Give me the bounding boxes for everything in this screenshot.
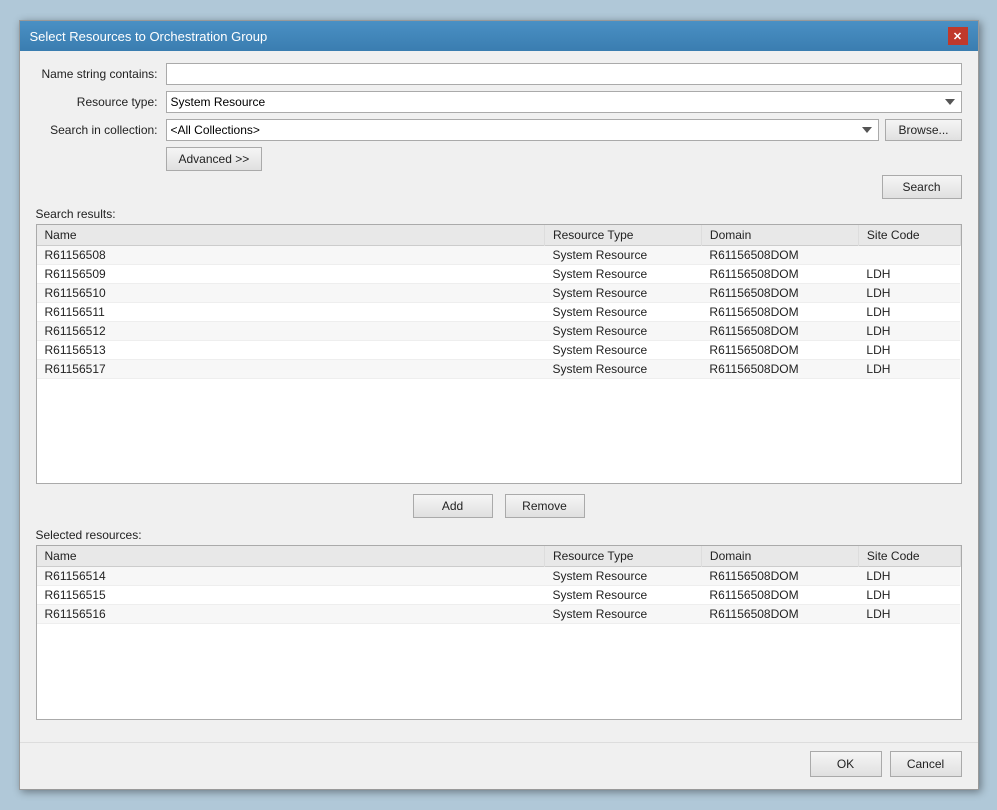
cell-resource-type: System Resource — [544, 303, 701, 322]
resource-type-label: Resource type: — [36, 95, 166, 109]
cell-site-code: LDH — [858, 605, 960, 624]
table-row[interactable]: R61156514 System Resource R61156508DOM L… — [37, 567, 961, 586]
table-row[interactable]: R61156509 System Resource R61156508DOM L… — [37, 265, 961, 284]
cell-domain: R61156508DOM — [701, 284, 858, 303]
selected-resources-table: Name Resource Type Domain Site Code R611… — [37, 546, 961, 624]
cell-resource-type: System Resource — [544, 284, 701, 303]
sel-col-header-domain: Domain — [701, 546, 858, 567]
collection-select[interactable]: <All Collections> — [166, 119, 880, 141]
cell-name: R61156516 — [37, 605, 545, 624]
resource-type-row: Resource type: System Resource — [36, 91, 962, 113]
action-row: Add Remove — [36, 494, 962, 518]
cell-resource-type: System Resource — [544, 246, 701, 265]
title-bar: Select Resources to Orchestration Group … — [20, 21, 978, 51]
resource-type-select[interactable]: System Resource — [166, 91, 962, 113]
cell-name: R61156512 — [37, 322, 545, 341]
cell-domain: R61156508DOM — [701, 360, 858, 379]
close-button[interactable]: ✕ — [948, 27, 968, 45]
sel-col-header-resource-type: Resource Type — [544, 546, 701, 567]
cell-domain: R61156508DOM — [701, 246, 858, 265]
dialog-body: Name string contains: Resource type: Sys… — [20, 51, 978, 742]
dialog-title: Select Resources to Orchestration Group — [30, 29, 268, 44]
cell-name: R61156509 — [37, 265, 545, 284]
selected-resources-table-container: Name Resource Type Domain Site Code R611… — [36, 545, 962, 720]
cell-resource-type: System Resource — [544, 567, 701, 586]
cell-site-code: LDH — [858, 567, 960, 586]
add-button[interactable]: Add — [413, 494, 493, 518]
remove-button[interactable]: Remove — [505, 494, 585, 518]
cell-name: R61156514 — [37, 567, 545, 586]
dialog-footer: OK Cancel — [20, 742, 978, 789]
cell-domain: R61156508DOM — [701, 605, 858, 624]
col-header-name: Name — [37, 225, 545, 246]
advanced-button[interactable]: Advanced >> — [166, 147, 263, 171]
col-header-domain: Domain — [701, 225, 858, 246]
cell-resource-type: System Resource — [544, 586, 701, 605]
table-row[interactable]: R61156508 System Resource R61156508DOM — [37, 246, 961, 265]
cell-site-code: LDH — [858, 284, 960, 303]
cell-name: R61156513 — [37, 341, 545, 360]
name-string-label: Name string contains: — [36, 67, 166, 81]
dialog-window: Select Resources to Orchestration Group … — [19, 20, 979, 790]
col-header-site-code: Site Code — [858, 225, 960, 246]
cell-resource-type: System Resource — [544, 360, 701, 379]
table-row[interactable]: R61156511 System Resource R61156508DOM L… — [37, 303, 961, 322]
sel-col-header-site-code: Site Code — [858, 546, 960, 567]
table-row[interactable]: R61156516 System Resource R61156508DOM L… — [37, 605, 961, 624]
search-results-table-container: Name Resource Type Domain Site Code R611… — [36, 224, 962, 484]
cell-domain: R61156508DOM — [701, 322, 858, 341]
collection-row: Search in collection: <All Collections> … — [36, 119, 962, 141]
cell-name: R61156515 — [37, 586, 545, 605]
search-results-table: Name Resource Type Domain Site Code R611… — [37, 225, 961, 379]
cell-site-code: LDH — [858, 360, 960, 379]
cell-site-code — [858, 246, 960, 265]
table-row[interactable]: R61156510 System Resource R61156508DOM L… — [37, 284, 961, 303]
cell-resource-type: System Resource — [544, 322, 701, 341]
search-results-label: Search results: — [36, 207, 962, 221]
cell-resource-type: System Resource — [544, 605, 701, 624]
search-results-header: Name Resource Type Domain Site Code — [37, 225, 961, 246]
name-string-input[interactable] — [166, 63, 962, 85]
cell-domain: R61156508DOM — [701, 265, 858, 284]
name-string-row: Name string contains: — [36, 63, 962, 85]
advanced-row: Advanced >> — [166, 147, 962, 171]
cell-name: R61156511 — [37, 303, 545, 322]
collection-label: Search in collection: — [36, 123, 166, 137]
search-row: Search — [36, 175, 962, 199]
cell-domain: R61156508DOM — [701, 303, 858, 322]
table-row[interactable]: R61156513 System Resource R61156508DOM L… — [37, 341, 961, 360]
selected-resources-header: Name Resource Type Domain Site Code — [37, 546, 961, 567]
cell-site-code: LDH — [858, 322, 960, 341]
cell-name: R61156517 — [37, 360, 545, 379]
sel-col-header-name: Name — [37, 546, 545, 567]
table-row[interactable]: R61156512 System Resource R61156508DOM L… — [37, 322, 961, 341]
cancel-button[interactable]: Cancel — [890, 751, 962, 777]
cell-domain: R61156508DOM — [701, 341, 858, 360]
selected-resources-label: Selected resources: — [36, 528, 962, 542]
cell-resource-type: System Resource — [544, 265, 701, 284]
cell-site-code: LDH — [858, 586, 960, 605]
cell-site-code: LDH — [858, 341, 960, 360]
cell-domain: R61156508DOM — [701, 586, 858, 605]
cell-name: R61156510 — [37, 284, 545, 303]
cell-domain: R61156508DOM — [701, 567, 858, 586]
cell-resource-type: System Resource — [544, 341, 701, 360]
col-header-resource-type: Resource Type — [544, 225, 701, 246]
search-button[interactable]: Search — [882, 175, 962, 199]
table-row[interactable]: R61156515 System Resource R61156508DOM L… — [37, 586, 961, 605]
cell-site-code: LDH — [858, 303, 960, 322]
cell-site-code: LDH — [858, 265, 960, 284]
cell-name: R61156508 — [37, 246, 545, 265]
browse-button[interactable]: Browse... — [885, 119, 961, 141]
table-row[interactable]: R61156517 System Resource R61156508DOM L… — [37, 360, 961, 379]
ok-button[interactable]: OK — [810, 751, 882, 777]
